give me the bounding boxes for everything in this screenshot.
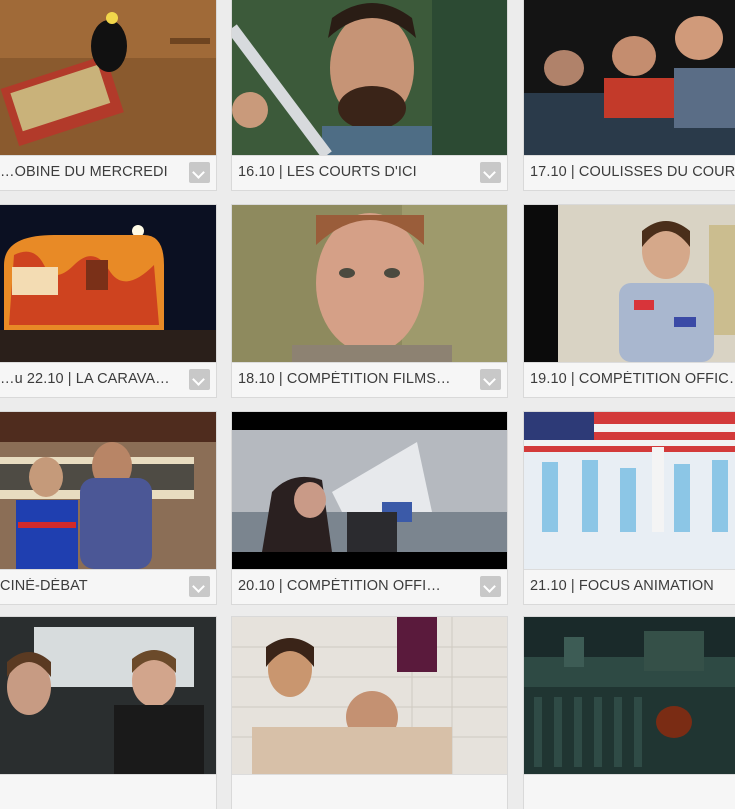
card-caption[interactable]: …OBINE DU MERCREDI xyxy=(0,164,182,180)
card-caption[interactable]: 20.10 | COMPÉTITION OFFI… xyxy=(238,578,473,594)
program-card[interactable] xyxy=(524,617,735,809)
card-caption-bar: 17.10 | COULISSES DU COURT… xyxy=(524,155,735,189)
card-thumbnail[interactable] xyxy=(524,617,735,774)
program-card[interactable] xyxy=(232,617,507,809)
program-card[interactable]: 18.10 | COMPÉTITION FILMS… xyxy=(232,205,507,397)
card-caption-bar: 21.10 | FOCUS ANIMATION xyxy=(524,569,735,603)
card-caption-bar: 20.10 | COMPÉTITION OFFI… xyxy=(232,569,507,603)
program-card[interactable] xyxy=(0,617,216,809)
card-caption[interactable]: 18.10 | COMPÉTITION FILMS… xyxy=(238,371,473,387)
chevron-down-icon[interactable] xyxy=(480,162,501,183)
card-thumbnail[interactable] xyxy=(0,0,216,155)
card-caption[interactable]: 21.10 | FOCUS ANIMATION xyxy=(530,578,735,594)
program-card[interactable]: CINÉ-DÉBAT xyxy=(0,412,216,604)
card-caption[interactable]: …u 22.10 | LA CARAVA… xyxy=(0,371,182,387)
card-caption[interactable]: 17.10 | COULISSES DU COURT… xyxy=(530,164,735,180)
program-card[interactable]: 16.10 | LES COURTS D'ICI xyxy=(232,0,507,190)
card-thumbnail[interactable] xyxy=(524,205,735,362)
card-caption-bar xyxy=(524,774,735,808)
card-caption-bar: …OBINE DU MERCREDI xyxy=(0,155,216,189)
chevron-down-icon[interactable] xyxy=(189,576,210,597)
card-thumbnail[interactable] xyxy=(0,617,216,774)
program-card[interactable]: 21.10 | FOCUS ANIMATION xyxy=(524,412,735,604)
card-thumbnail[interactable] xyxy=(0,412,216,569)
card-thumbnail[interactable] xyxy=(232,412,507,569)
program-card[interactable]: …u 22.10 | LA CARAVA… xyxy=(0,205,216,397)
card-caption-bar xyxy=(232,774,507,808)
chevron-down-icon[interactable] xyxy=(189,162,210,183)
program-grid: …OBINE DU MERCREDI 16.10 | LES COURTS D'… xyxy=(0,0,735,809)
chevron-down-icon[interactable] xyxy=(480,576,501,597)
program-card[interactable]: …OBINE DU MERCREDI xyxy=(0,0,216,190)
card-caption-bar: 16.10 | LES COURTS D'ICI xyxy=(232,155,507,189)
card-caption[interactable]: 16.10 | LES COURTS D'ICI xyxy=(238,164,473,180)
card-thumbnail[interactable] xyxy=(524,412,735,569)
card-thumbnail[interactable] xyxy=(0,205,216,362)
program-card[interactable]: 19.10 | COMPÉTITION OFFIC… xyxy=(524,205,735,397)
card-thumbnail[interactable] xyxy=(232,205,507,362)
card-thumbnail[interactable] xyxy=(524,0,735,155)
card-thumbnail[interactable] xyxy=(232,617,507,774)
card-caption-bar: 19.10 | COMPÉTITION OFFIC… xyxy=(524,362,735,396)
card-caption-bar: 18.10 | COMPÉTITION FILMS… xyxy=(232,362,507,396)
card-caption[interactable]: CINÉ-DÉBAT xyxy=(0,578,182,594)
chevron-down-icon[interactable] xyxy=(480,369,501,390)
program-card[interactable]: 20.10 | COMPÉTITION OFFI… xyxy=(232,412,507,604)
card-caption-bar: CINÉ-DÉBAT xyxy=(0,569,216,603)
program-card[interactable]: 17.10 | COULISSES DU COURT… xyxy=(524,0,735,190)
card-caption-bar xyxy=(0,774,216,808)
card-caption-bar: …u 22.10 | LA CARAVA… xyxy=(0,362,216,396)
card-thumbnail[interactable] xyxy=(232,0,507,155)
chevron-down-icon[interactable] xyxy=(189,369,210,390)
card-caption[interactable]: 19.10 | COMPÉTITION OFFIC… xyxy=(530,371,735,387)
